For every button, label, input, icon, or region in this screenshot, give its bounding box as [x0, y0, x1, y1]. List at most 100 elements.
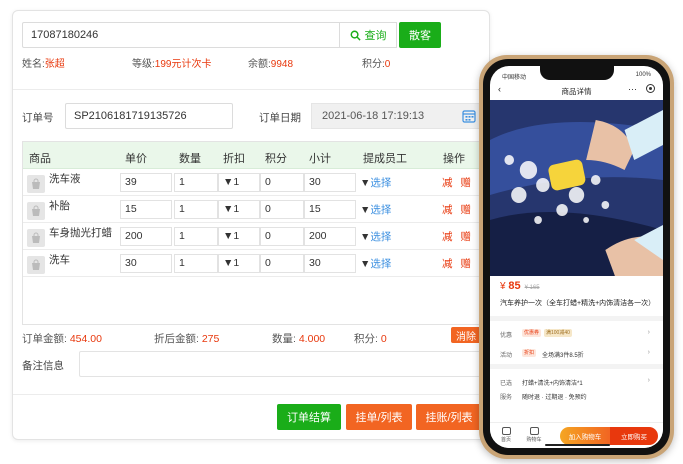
product-name: 补胎 [49, 200, 70, 212]
gift-button[interactable]: 赠 [461, 231, 472, 243]
col-product: 商品 [29, 153, 51, 165]
capsule-close-icon[interactable] [646, 84, 655, 93]
divider [490, 364, 663, 369]
order-date-label: 订单日期 [259, 112, 301, 124]
subtotal-input[interactable]: 15 [304, 200, 356, 219]
member-info: 姓名:张超 等级:199元计次卡 余额:9948 积分:0 [22, 55, 482, 70]
selected-text: 打蜡+清洗+内饰清洁*1 [522, 381, 583, 387]
qty-input[interactable]: 1 [174, 200, 218, 219]
service-row[interactable]: 服务 随时退 · 过期退 · 免预约 [500, 390, 650, 402]
qty-input[interactable]: 1 [174, 254, 218, 273]
table-row: 车身抛光打蜡 200 1 ▼1 0 200 ▼选择 减赠 [22, 223, 482, 250]
bag-icon [32, 205, 40, 216]
home-tab[interactable]: 首页 [496, 427, 516, 443]
hang-order-button[interactable]: 挂单/列表 [346, 404, 412, 430]
points-input[interactable]: 0 [260, 254, 304, 273]
product-price: 85 [508, 280, 521, 292]
bag-icon [32, 232, 40, 243]
remark-input[interactable] [79, 351, 481, 377]
subtotal-input[interactable]: 30 [304, 254, 356, 273]
col-qty: 数量 [179, 153, 201, 165]
selected-row[interactable]: 已选 打蜡+清洗+内饰清洁*1 › [500, 376, 650, 388]
phone-mockup: 中国移动 100% ‹ 商品详情 ··· ¥ 85 ¥ 165 汽车养护一次（全… [479, 55, 674, 459]
cart-tab[interactable]: 购物车 [524, 427, 544, 443]
col-staff: 提成员工 [363, 153, 407, 165]
phone-bezel: 中国移动 100% ‹ 商品详情 ··· ¥ 85 ¥ 165 汽车养护一次（全… [483, 59, 670, 455]
qty-input[interactable]: 1 [174, 227, 218, 246]
points-input[interactable]: 0 [260, 200, 304, 219]
activity-text: 全场满3件8.5折 [542, 353, 584, 359]
product-cell: 车身抛光打蜡 [25, 225, 121, 248]
subtotal-input[interactable]: 30 [304, 173, 356, 192]
member-search-input[interactable]: 17087180246 [22, 22, 340, 48]
selected-label: 已选 [500, 381, 513, 387]
staff-select[interactable]: ▼选择 [360, 175, 391, 190]
search-icon [350, 30, 361, 41]
phone-notch [540, 66, 614, 80]
discount-select[interactable]: ▼1 [218, 254, 260, 273]
row-actions: 减赠 [442, 202, 479, 217]
chevron-right-icon: › [647, 349, 650, 356]
product-name: 洗车液 [49, 173, 81, 185]
bag-icon [32, 178, 40, 189]
gift-button[interactable]: 赠 [461, 258, 472, 270]
activity-label: 活动 [500, 353, 513, 359]
member-name: 姓名:张超 [22, 59, 65, 70]
subtotal-input[interactable]: 200 [304, 227, 356, 246]
points-input[interactable]: 0 [260, 173, 304, 192]
discount-select[interactable]: ▼1 [218, 227, 260, 246]
chevron-right-icon: › [647, 377, 650, 384]
remark-label: 备注信息 [22, 360, 64, 372]
qty-input[interactable]: 1 [174, 173, 218, 192]
buy-now-button[interactable]: 立即购买 [610, 427, 658, 445]
reduce-button[interactable]: 减 [442, 204, 453, 216]
staff-select[interactable]: ▼选择 [360, 256, 391, 271]
product-thumbnail [27, 229, 45, 247]
car-wash-image [490, 100, 663, 276]
activity-row[interactable]: 活动 折扣 全场满3件8.5折 › [500, 348, 650, 360]
price-line: ¥ 85 ¥ 165 [500, 280, 540, 292]
price-input[interactable]: 200 [120, 227, 172, 246]
product-cell: 洗车液 [25, 171, 121, 194]
more-icon[interactable]: ··· [628, 84, 637, 94]
order-no-field[interactable]: SP2106181719135726 [65, 103, 233, 129]
order-no-label: 订单号 [22, 112, 54, 124]
gift-button[interactable]: 赠 [461, 177, 472, 189]
order-summary: 订单金额: 454.00 折后金额: 275 数量: 4.000 积分: 0 [22, 331, 482, 345]
credit-order-button[interactable]: 挂账/列表 [416, 404, 482, 430]
order-items-table: 商品 单价 数量 折扣 积分 小计 提成员工 操作 洗车液 39 1 ▼1 0 … [22, 141, 482, 277]
col-discount: 折扣 [223, 153, 245, 165]
price-input[interactable]: 15 [120, 200, 172, 219]
reduce-button[interactable]: 减 [442, 177, 453, 189]
query-button-label: 查询 [364, 30, 387, 42]
staff-select[interactable]: ▼选择 [360, 202, 391, 217]
total-qty: 数量: 4.000 [272, 333, 326, 345]
promo-row[interactable]: 优惠 优惠券 满100减40 › [500, 328, 650, 340]
service-label: 服务 [500, 395, 513, 401]
discount-select[interactable]: ▼1 [218, 173, 260, 192]
battery-text: 100% [635, 72, 651, 78]
add-to-cart-button[interactable]: 加入购物车 [560, 427, 610, 445]
price-input[interactable]: 30 [120, 254, 172, 273]
promo-label: 优惠 [500, 333, 513, 339]
product-title: 汽车养护一次（全车打蜡+精洗+内饰清洁各一次） [500, 300, 656, 307]
reduce-button[interactable]: 减 [442, 258, 453, 270]
checkout-button[interactable]: 订单结算 [277, 404, 341, 430]
staff-select[interactable]: ▼选择 [360, 229, 391, 244]
calendar-icon[interactable] [462, 109, 476, 123]
currency-symbol: ¥ [500, 281, 506, 292]
divider [13, 394, 491, 395]
price-input[interactable]: 39 [120, 173, 172, 192]
query-button[interactable]: 查询 [339, 22, 397, 48]
member-level: 等级:199元计次卡 [132, 59, 212, 70]
home-icon [501, 427, 511, 435]
reduce-button[interactable]: 减 [442, 231, 453, 243]
points-input[interactable]: 0 [260, 227, 304, 246]
product-thumbnail [27, 175, 45, 193]
table-row: 洗车液 39 1 ▼1 0 30 ▼选择 减赠 [22, 169, 482, 196]
order-date-field[interactable]: 2021-06-18 17:19:13 [311, 103, 481, 129]
gift-button[interactable]: 赠 [461, 204, 472, 216]
order-total: 订单金额: 454.00 [22, 333, 102, 345]
discount-select[interactable]: ▼1 [218, 200, 260, 219]
guest-button[interactable]: 散客 [399, 22, 441, 48]
